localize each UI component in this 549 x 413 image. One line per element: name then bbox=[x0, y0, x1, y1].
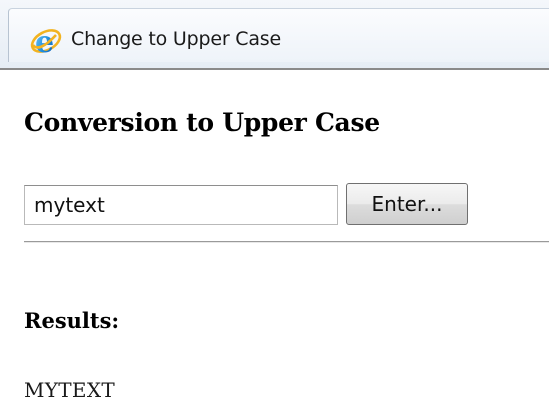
tab-title: Change to Upper Case bbox=[71, 28, 281, 50]
browser-window: e Change to Upper Case Conversion to Upp… bbox=[0, 0, 549, 413]
text-input[interactable] bbox=[24, 185, 338, 225]
page-heading: Conversion to Upper Case bbox=[24, 108, 380, 137]
result-value: MYTEXT bbox=[24, 378, 115, 402]
tab-strip: e Change to Upper Case bbox=[0, 0, 549, 68]
internet-explorer-icon: e bbox=[29, 23, 63, 60]
results-heading: Results: bbox=[24, 308, 120, 333]
horizontal-rule bbox=[24, 241, 549, 243]
enter-button[interactable]: Enter... bbox=[346, 183, 468, 225]
browser-tab[interactable]: e Change to Upper Case bbox=[8, 8, 549, 62]
toolbar-divider bbox=[0, 68, 549, 70]
